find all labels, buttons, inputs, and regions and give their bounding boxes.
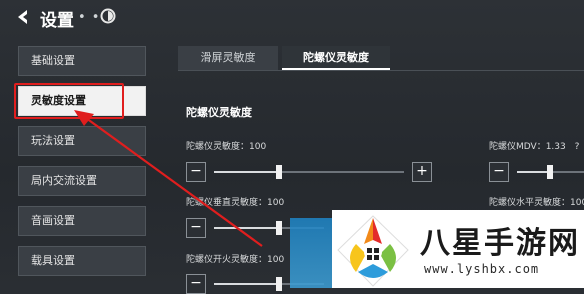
gyro-mdv-label: 陀螺仪MDV：1.33 ? bbox=[489, 139, 579, 152]
gyro-fire-label: 陀螺仪开火灵敏度：100 bbox=[186, 255, 285, 265]
sidebar-item-label: 玩法设置 bbox=[31, 134, 75, 147]
sidebar-item-vehicle[interactable]: 载具设置 bbox=[18, 246, 146, 276]
sidebar-item-gameplay[interactable]: 玩法设置 bbox=[18, 126, 146, 156]
gyro-sensitivity-slider[interactable]: − + bbox=[186, 162, 432, 182]
decrease-button[interactable]: − bbox=[186, 162, 206, 182]
title-decoration: • • bbox=[78, 10, 101, 25]
slider-fill bbox=[214, 227, 278, 229]
slider-thumb[interactable] bbox=[547, 165, 553, 179]
increase-button[interactable]: + bbox=[412, 162, 432, 182]
header: 设置 • • bbox=[0, 0, 584, 36]
tab-divider bbox=[178, 70, 584, 71]
slider-thumb[interactable] bbox=[276, 277, 282, 291]
game-logo-icon bbox=[100, 8, 116, 24]
tab-label: 陀螺仪灵敏度 bbox=[303, 51, 369, 64]
slider-fill bbox=[214, 171, 278, 173]
sidebar-item-audio-video[interactable]: 音画设置 bbox=[18, 206, 146, 236]
tab-gyro-sensitivity[interactable]: 陀螺仪灵敏度 bbox=[282, 46, 390, 70]
tab-label: 滑屏灵敏度 bbox=[200, 51, 256, 64]
watermark-title: 八星手游网 bbox=[420, 226, 580, 261]
watermark-url: www.lyshbx.com bbox=[424, 262, 540, 276]
sidebar-item-communication[interactable]: 局内交流设置 bbox=[18, 166, 146, 196]
sidebar-item-label: 局内交流设置 bbox=[31, 174, 97, 187]
slider-thumb[interactable] bbox=[276, 165, 282, 179]
watermark-background bbox=[290, 218, 334, 288]
section-title: 陀螺仪灵敏度 bbox=[186, 106, 252, 119]
page-title: 设置 bbox=[40, 11, 74, 31]
gyro-vertical-label: 陀螺仪垂直灵敏度：100 bbox=[186, 198, 285, 208]
sidebar-item-basic[interactable]: 基础设置 bbox=[18, 46, 146, 76]
tab-touch-sensitivity[interactable]: 滑屏灵敏度 bbox=[178, 46, 278, 70]
gyro-sensitivity-label: 陀螺仪灵敏度：100 bbox=[186, 142, 267, 152]
decrease-button[interactable]: − bbox=[186, 218, 206, 238]
slider-fill bbox=[517, 171, 549, 173]
slider-thumb[interactable] bbox=[276, 221, 282, 235]
gyro-mdv-text: 陀螺仪MDV：1.33 bbox=[489, 142, 566, 152]
sidebar-item-label: 基础设置 bbox=[31, 54, 75, 67]
help-icon[interactable]: ? bbox=[575, 142, 580, 152]
decrease-button[interactable]: − bbox=[489, 162, 509, 182]
sidebar-item-label: 音画设置 bbox=[31, 214, 75, 227]
annotation-highlight-box bbox=[14, 83, 124, 119]
gyro-horizontal-label: 陀螺仪水平灵敏度：100 bbox=[489, 198, 584, 208]
slider-fill bbox=[214, 283, 278, 285]
watermark-logo-icon bbox=[337, 215, 409, 287]
sidebar-item-label: 载具设置 bbox=[31, 254, 75, 267]
gyro-mdv-slider[interactable]: − bbox=[489, 162, 584, 182]
back-arrow-icon[interactable] bbox=[14, 8, 32, 26]
decrease-button[interactable]: − bbox=[186, 274, 206, 294]
